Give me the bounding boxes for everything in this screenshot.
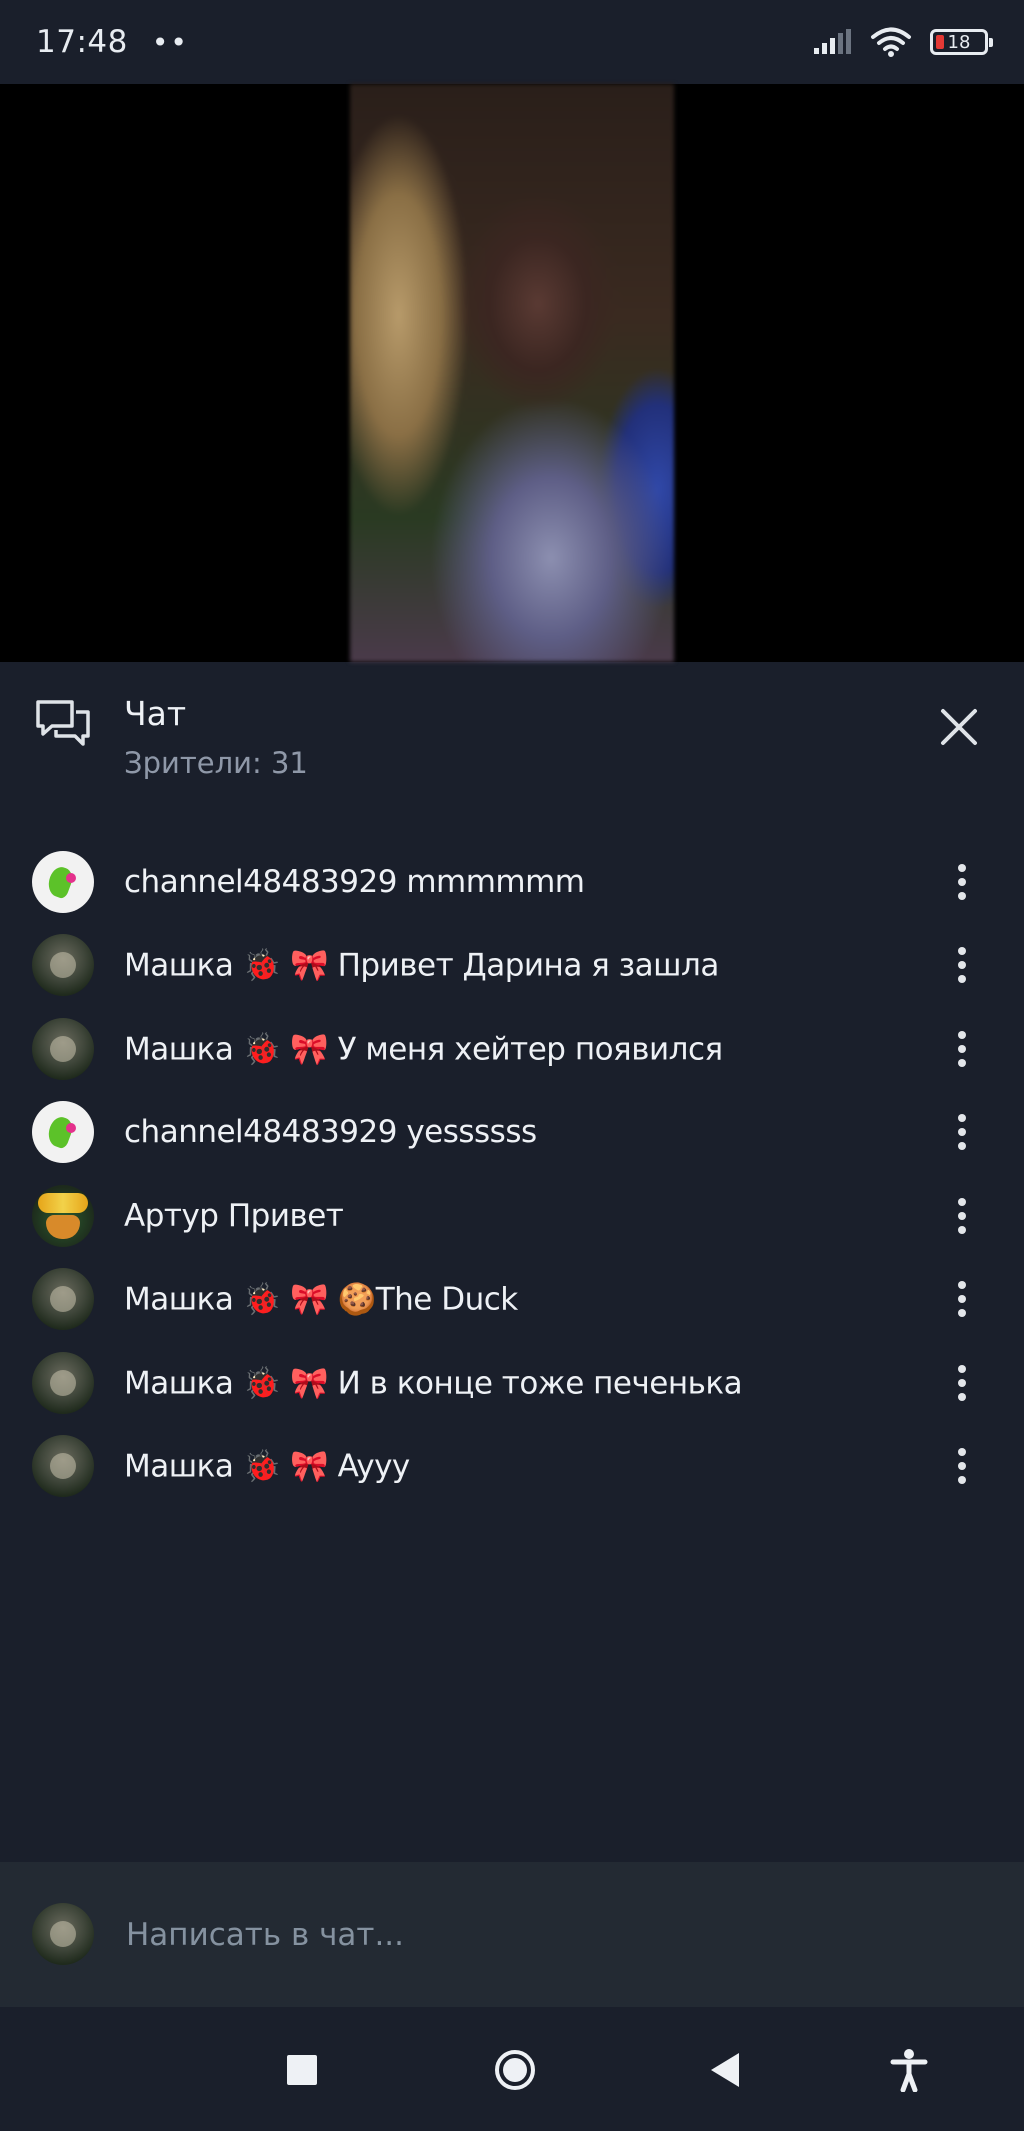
signal-icon — [814, 29, 851, 54]
message-body: У меня хейтер появился — [337, 1031, 724, 1068]
message-more-button[interactable] — [944, 1442, 980, 1490]
back-button[interactable] — [700, 2045, 750, 2095]
message-author[interactable]: Артур — [124, 1198, 219, 1234]
user-badges: 🐞 🎀 — [242, 1448, 329, 1485]
chat-header: Чат Зрители: 31 — [0, 662, 1024, 812]
status-bar: 17:48 •• 18 — [0, 0, 1024, 84]
message-author[interactable]: Машка — [124, 1282, 234, 1318]
message-more-button[interactable] — [944, 1359, 980, 1407]
message-text: Артур Привет — [124, 1197, 344, 1234]
message-text: Машка 🐞 🎀 И в конце тоже печенька — [124, 1364, 743, 1402]
message-body: mmmmmm — [406, 863, 585, 900]
message-more-button[interactable] — [944, 1025, 980, 1073]
recents-icon — [287, 2055, 317, 2085]
chat-message: Артур Привет — [0, 1174, 1024, 1258]
my-avatar — [32, 1903, 94, 1965]
message-more-button[interactable] — [944, 1275, 980, 1323]
chat-message: channel48483929 yessssss — [0, 1091, 1024, 1175]
chat-message: channel48483929 mmmmmm — [0, 840, 1024, 924]
message-author[interactable]: channel48483929 — [124, 1114, 397, 1150]
message-body: Привет Дарина я зашла — [337, 947, 720, 984]
message-body: Ayyy — [337, 1448, 411, 1485]
back-icon — [711, 2053, 739, 2087]
home-icon — [495, 2050, 535, 2090]
chat-bubbles-icon — [36, 700, 90, 746]
chat-input[interactable] — [124, 1904, 988, 1966]
status-icons: 18 — [812, 26, 993, 58]
viewers-count: Зрители: 31 — [124, 746, 308, 780]
video-player[interactable] — [0, 84, 1024, 662]
avatar[interactable] — [32, 1435, 94, 1498]
accessibility-icon — [890, 2049, 928, 2092]
close-icon — [941, 709, 977, 745]
user-badges: 🐞 🎀 — [242, 1031, 329, 1068]
message-author[interactable]: Машка — [124, 948, 234, 984]
system-nav-bar — [0, 2007, 1024, 2131]
notification-dots: •• — [151, 25, 189, 59]
chat-composer — [0, 1862, 1024, 2007]
chat-message: Машка 🐞 🎀 🍪The Duck — [0, 1258, 1024, 1342]
message-author[interactable]: channel48483929 — [124, 864, 397, 900]
chat-message: Машка 🐞 🎀 Ayyy — [0, 1425, 1024, 1509]
message-text: Машка 🐞 🎀 Ayyy — [124, 1448, 410, 1485]
accessibility-button[interactable] — [884, 2045, 934, 2095]
message-body: И в конце тоже печенька — [337, 1365, 743, 1402]
chat-message: Машка 🐞 🎀 И в конце тоже печенька — [0, 1341, 1024, 1425]
wifi-icon — [871, 27, 911, 57]
message-text: Машка 🐞 🎀 Привет Дарина я зашла — [124, 947, 719, 984]
user-badges: 🐞 🎀 — [242, 947, 329, 984]
message-more-button[interactable] — [944, 858, 980, 906]
message-text: Машка 🐞 🎀 🍪The Duck — [124, 1281, 518, 1318]
message-author[interactable]: Машка — [124, 1365, 234, 1401]
home-button[interactable] — [490, 2045, 540, 2095]
avatar[interactable] — [32, 1184, 94, 1247]
message-body: Привет — [227, 1197, 344, 1234]
message-author[interactable]: Машка — [124, 1449, 234, 1485]
close-chat-button[interactable] — [930, 698, 988, 756]
avatar[interactable] — [32, 1351, 94, 1414]
status-time: 17:48 — [36, 24, 128, 60]
avatar[interactable] — [32, 934, 94, 997]
message-text: channel48483929 mmmmmm — [124, 864, 585, 900]
message-more-button[interactable] — [944, 1192, 980, 1240]
message-more-button[interactable] — [944, 941, 980, 989]
avatar[interactable] — [32, 1101, 94, 1164]
chat-message: Машка 🐞 🎀 У меня хейтер появился — [0, 1007, 1024, 1091]
message-text: channel48483929 yessssss — [124, 1114, 537, 1150]
avatar[interactable] — [32, 1268, 94, 1331]
message-author[interactable]: Машка — [124, 1031, 234, 1067]
chat-message: Машка 🐞 🎀 Привет Дарина я зашла — [0, 924, 1024, 1008]
user-badges: 🐞 🎀 — [242, 1365, 329, 1402]
recents-button[interactable] — [277, 2045, 327, 2095]
chat-messages: channel48483929 mmmmmm Машка 🐞 🎀 Привет … — [0, 840, 1024, 1508]
battery-level: 18 — [947, 31, 971, 53]
video-frame — [350, 84, 674, 662]
message-more-button[interactable] — [944, 1108, 980, 1156]
avatar[interactable] — [32, 1017, 94, 1080]
user-badges: 🐞 🎀 — [242, 1281, 329, 1318]
avatar[interactable] — [32, 850, 94, 913]
message-text: Машка 🐞 🎀 У меня хейтер появился — [124, 1030, 723, 1067]
battery-icon: 18 — [930, 29, 993, 55]
message-body: yessssss — [406, 1114, 537, 1151]
message-body: 🍪The Duck — [337, 1281, 519, 1318]
chat-title: Чат — [124, 694, 187, 733]
